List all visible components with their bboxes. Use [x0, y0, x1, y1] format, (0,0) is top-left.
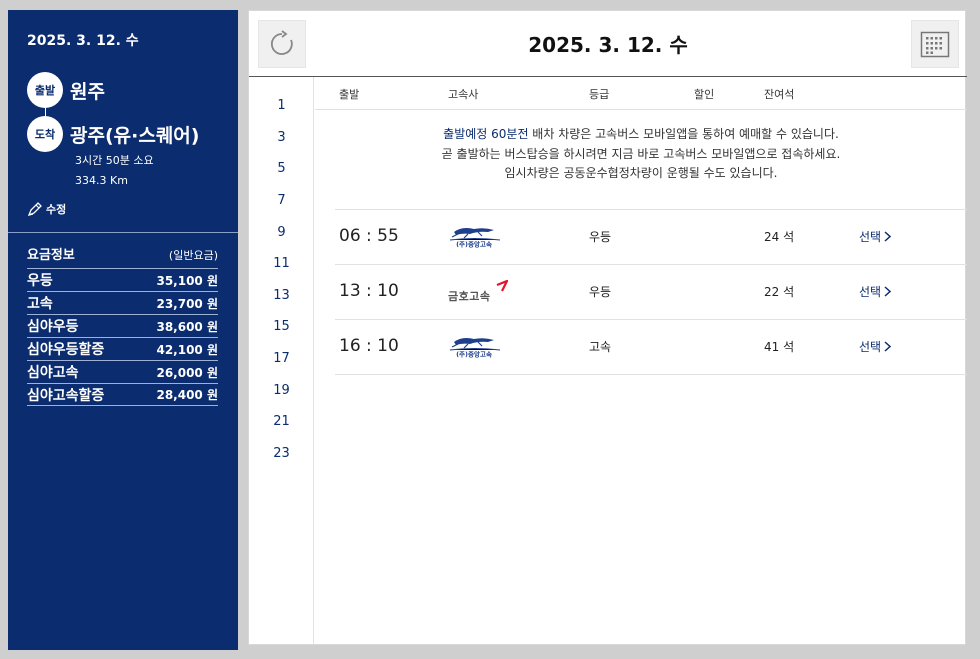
select-label: 선택 — [859, 285, 882, 299]
trip-duration: 3시간 50분 소요 — [75, 154, 154, 167]
schedule-date: 2025. 3. 12. 수 — [528, 33, 688, 57]
schedule-row: 16 : 10 (주)중앙고속 고속 41 석 선택 — [335, 320, 967, 375]
fare-price: 42,100 원 — [156, 342, 218, 357]
bus-grade: 우등 — [589, 285, 612, 299]
fare-row: 심야고속할증 28,400 원 — [27, 383, 218, 406]
column-departure: 출발 — [339, 88, 360, 101]
select-label: 선택 — [859, 230, 882, 244]
jungang-logo: (주)중앙고속 — [448, 334, 502, 362]
fare-row: 고속 23,700 원 — [27, 291, 218, 314]
fare-price: 26,000 원 — [156, 365, 218, 380]
fare-price: 28,400 원 — [156, 388, 218, 402]
schedule-row: 13 : 10 금호고속 우등 22 석 선택 — [335, 265, 967, 320]
fare-price: 38,600 원 — [156, 319, 218, 334]
hour-filter-item[interactable]: 23 — [249, 446, 314, 461]
arrival-name: 광주(유·스퀘어) — [70, 124, 200, 147]
departure-time: 16 : 10 — [339, 336, 399, 356]
calendar-button[interactable] — [911, 20, 959, 68]
hour-filter-item[interactable]: 21 — [249, 414, 314, 429]
fare-name: 심야고속할증 — [27, 387, 105, 404]
fare-price: 35,100 원 — [156, 273, 218, 288]
hour-filter-item[interactable]: 17 — [249, 351, 314, 366]
kumho-logo: 금호고속 — [448, 278, 509, 303]
bus-grade: 고속 — [589, 340, 612, 354]
hour-filter-item[interactable]: 11 — [249, 256, 314, 271]
greyhound-logo-icon: (주)중앙고속 — [449, 228, 501, 249]
schedule-row: 06 : 55 (주)중앙고속 우등 24 석 선택 — [335, 210, 967, 265]
select-button[interactable]: 선택 — [859, 338, 892, 355]
schedule-panel: 2025. 3. 12. 수 1 3 5 7 9 11 13 15 17 19 … — [248, 10, 967, 645]
schedule-list: 06 : 55 (주)중앙고속 우등 24 석 선택 13 : 10 금호고속 — [335, 209, 967, 375]
select-label: 선택 — [859, 340, 882, 354]
fare-row: 심야고속 26,000 원 — [27, 360, 218, 383]
sidebar-divider — [8, 232, 238, 233]
remaining-seats: 24 석 — [764, 230, 795, 244]
notice-highlight: 출발예정 60분전 — [443, 127, 529, 141]
fare-row: 심야우등할증 42,100 원 — [27, 337, 218, 360]
departure-badge: 출발 — [27, 72, 63, 108]
fare-name: 심야고속 — [27, 365, 79, 381]
chevron-right-icon — [884, 341, 892, 352]
booking-notice: 출발예정 60분전 배차 차량은 고속버스 모바일앱을 통하여 예매할 수 있습… — [315, 125, 967, 184]
edit-route-button[interactable]: 수정 — [27, 201, 66, 217]
fare-title: 요금정보 — [27, 248, 75, 263]
arrival-stop: 도착 광주(유·스퀘어) — [27, 116, 199, 152]
fare-subtitle: (일반요금) — [168, 249, 218, 262]
departure-stop: 출발 원주 — [27, 72, 105, 108]
departure-time: 13 : 10 — [339, 281, 399, 301]
trip-distance: 334.3 Km — [75, 174, 128, 187]
fare-name: 고속 — [27, 296, 53, 312]
pen-icon — [27, 202, 42, 217]
hour-filter-item[interactable]: 1 — [249, 98, 314, 113]
fare-row: 심야우등 38,600 원 — [27, 314, 218, 337]
departure-time: 06 : 55 — [339, 226, 399, 246]
fare-name: 심야우등 — [27, 319, 79, 335]
fare-name: 심야우등할증 — [27, 342, 105, 358]
logo-text: (주)중앙고속 — [456, 240, 492, 249]
column-grade: 등급 — [589, 88, 610, 101]
hour-filter-item[interactable]: 9 — [249, 225, 314, 240]
column-discount: 할인 — [694, 88, 715, 101]
column-divider — [315, 109, 967, 110]
fare-name: 우등 — [27, 273, 53, 289]
kumho-logo-text: 금호고속 — [448, 290, 491, 303]
column-seats: 잔여석 — [764, 88, 795, 101]
arrival-badge: 도착 — [27, 116, 63, 152]
greyhound-logo-icon: (주)중앙고속 — [449, 338, 501, 359]
logo-text: (주)중앙고속 — [456, 350, 492, 359]
select-button[interactable]: 선택 — [859, 228, 892, 245]
hour-filter-item[interactable]: 5 — [249, 161, 314, 176]
hour-filter-item[interactable]: 19 — [249, 383, 314, 398]
sidebar-date: 2025. 3. 12. 수 — [27, 33, 139, 49]
fare-row: 우등 35,100 원 — [27, 268, 218, 291]
notice-line-2: 곧 출발하는 버스탑승을 하시려면 지금 바로 고속버스 모바일앱으로 접속하세… — [441, 146, 841, 161]
column-company: 고속사 — [448, 88, 479, 101]
notice-line-1: 출발예정 60분전 배차 차량은 고속버스 모바일앱을 통하여 예매할 수 있습… — [315, 125, 967, 145]
select-button[interactable]: 선택 — [859, 283, 892, 300]
hour-filter-item[interactable]: 7 — [249, 193, 314, 208]
hour-filter-column: 1 3 5 7 9 11 13 15 17 19 21 23 — [249, 77, 314, 645]
jungang-logo: (주)중앙고속 — [448, 224, 502, 252]
hour-filter-item[interactable]: 3 — [249, 130, 314, 145]
calendar-icon — [920, 31, 950, 58]
kumho-wing-icon — [496, 278, 509, 292]
route-sidebar: 2025. 3. 12. 수 출발 원주 도착 광주(유·스퀘어) 3시간 50… — [8, 10, 238, 650]
bus-grade: 우등 — [589, 230, 612, 244]
departure-name: 원주 — [70, 80, 105, 103]
remaining-seats: 22 석 — [764, 285, 795, 299]
edit-label: 수정 — [46, 203, 67, 216]
header-divider — [249, 76, 967, 77]
notice-line-3: 임시차량은 공동운수협정차량이 운행될 수도 있습니다. — [504, 166, 778, 180]
notice-line-1-text: 배차 차량은 고속버스 모바일앱을 통하여 예매할 수 있습니다. — [528, 127, 839, 141]
fare-header: 요금정보 (일반요금) — [27, 244, 218, 263]
hour-filter-item[interactable]: 13 — [249, 288, 314, 303]
chevron-right-icon — [884, 286, 892, 297]
hour-filter-item[interactable]: 15 — [249, 319, 314, 334]
fare-price: 23,700 원 — [156, 296, 218, 311]
fare-list: 우등 35,100 원 고속 23,700 원 심야우등 38,600 원 심야… — [27, 268, 218, 406]
chevron-right-icon — [884, 231, 892, 242]
remaining-seats: 41 석 — [764, 340, 795, 354]
